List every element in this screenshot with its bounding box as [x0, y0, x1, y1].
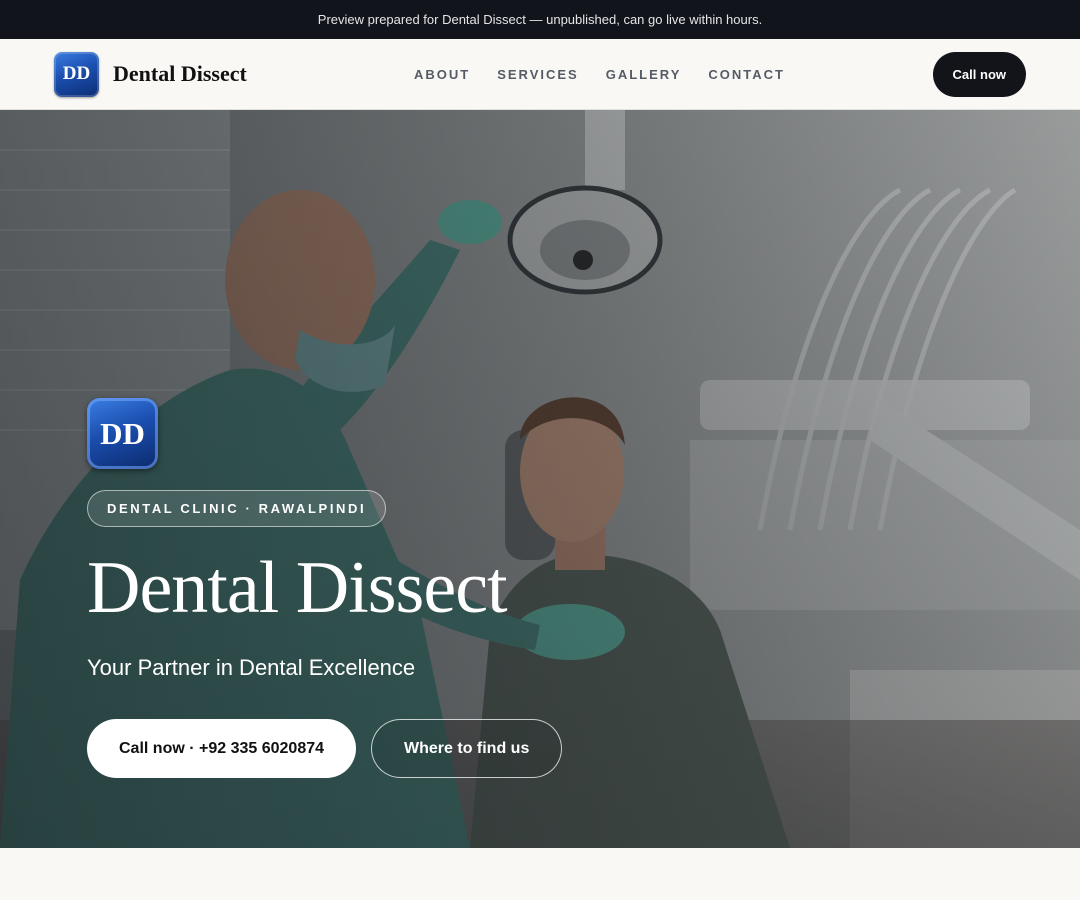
- brand-name: Dental Dissect: [113, 61, 247, 86]
- nav-link-about[interactable]: ABOUT: [414, 67, 470, 82]
- preview-banner-text: Preview prepared for Dental Dissect — un…: [317, 12, 763, 27]
- hero-content: DD DENTAL CLINIC · RAWALPINDI Dental Dis…: [87, 398, 563, 778]
- call-now-button[interactable]: Call now · +92 335 6020874: [87, 719, 357, 778]
- next-section: [0, 848, 1080, 900]
- top-navigation: DD Dental Dissect ABOUT SERVICES GALLERY…: [0, 39, 1080, 110]
- nav-link-contact[interactable]: CONTACT: [708, 67, 785, 82]
- find-us-button[interactable]: Where to find us: [371, 719, 563, 778]
- cta-row: Call now · +92 335 6020874 Where to find…: [87, 719, 563, 778]
- main-menu: ABOUT SERVICES GALLERY CONTACT: [414, 39, 785, 109]
- hero-subtitle: Your Partner in Dental Excellence: [87, 655, 416, 680]
- hero-logo: DD: [87, 398, 158, 469]
- location-pill: DENTAL CLINIC · RAWALPINDI: [87, 490, 387, 527]
- preview-banner: Preview prepared for Dental Dissect — un…: [0, 0, 1080, 39]
- brand[interactable]: DD Dental Dissect: [54, 51, 247, 97]
- brand-logo: DD: [54, 51, 99, 97]
- hero-section: DD DENTAL CLINIC · RAWALPINDI Dental Dis…: [0, 110, 1080, 848]
- hero-title: Dental Dissect: [87, 547, 508, 629]
- nav-call-button[interactable]: Call now: [932, 52, 1026, 97]
- brand-logo-text: DD: [62, 63, 91, 84]
- hero-logo-text: DD: [100, 415, 145, 451]
- nav-link-gallery[interactable]: GALLERY: [606, 67, 682, 82]
- nav-link-services[interactable]: SERVICES: [497, 67, 579, 82]
